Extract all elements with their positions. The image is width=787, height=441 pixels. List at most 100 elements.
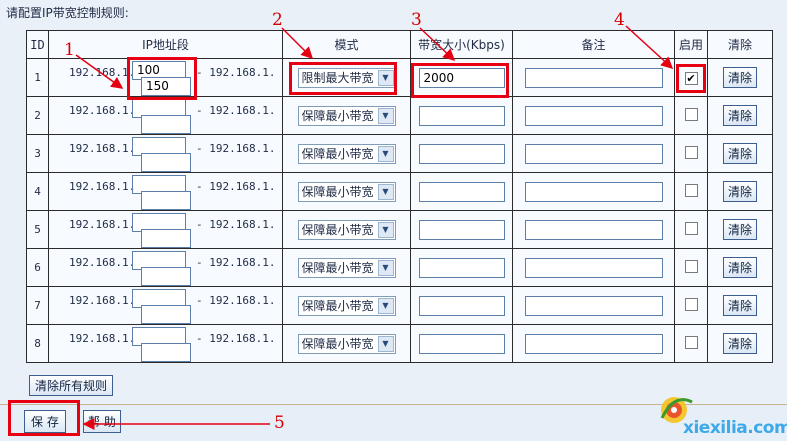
enable-cell: ✔ (674, 58, 708, 97)
enable-cell (674, 324, 708, 363)
clear-row-button[interactable]: 清除 (722, 333, 757, 354)
ip-end-input[interactable] (141, 190, 191, 210)
clear-row-button[interactable]: 清除 (722, 67, 757, 88)
mode-select[interactable]: 保障最小带宽 ▼ (297, 181, 396, 202)
col-bandwidth-header: 带宽大小(Kbps) (410, 30, 513, 59)
annotation-number-4: 4 (614, 10, 625, 30)
bandwidth-cell (410, 58, 513, 97)
clear-cell: 清除 (707, 134, 773, 173)
mode-select[interactable]: 保障最小带宽 ▼ (297, 143, 396, 164)
ip-range-cell: 192.168.1. - 192.168.1. (48, 96, 283, 135)
save-button[interactable]: 保 存 (24, 410, 66, 433)
clear-all-button[interactable]: 清除所有规则 (29, 375, 114, 396)
row-id: 8 (26, 324, 49, 363)
ip-prefix-start: 192.168.1. (69, 255, 136, 269)
note-input[interactable] (524, 143, 663, 164)
ip-prefix-end: - 192.168.1. (196, 255, 276, 269)
ip-end-input[interactable] (141, 152, 191, 172)
note-cell (512, 134, 675, 173)
bandwidth-input[interactable] (418, 67, 505, 88)
bandwidth-input[interactable] (418, 219, 505, 240)
mode-cell: 保障最小带宽 ▼ (282, 96, 411, 135)
clear-cell: 清除 (707, 210, 773, 249)
clear-row-button[interactable]: 清除 (722, 295, 757, 316)
chevron-down-icon: ▼ (377, 297, 394, 314)
bandwidth-cell (410, 248, 513, 287)
bandwidth-input[interactable] (418, 181, 505, 202)
clear-row-button[interactable]: 清除 (722, 181, 757, 202)
ip-end-input[interactable] (141, 304, 191, 324)
enable-checkbox[interactable] (684, 145, 698, 159)
clear-row-button[interactable]: 清除 (722, 257, 757, 278)
note-cell (512, 324, 675, 363)
note-input[interactable] (524, 295, 663, 316)
col-note-header: 备注 (512, 30, 675, 59)
note-input[interactable] (524, 105, 663, 126)
bandwidth-cell (410, 134, 513, 173)
mode-select[interactable]: 保障最小带宽 ▼ (297, 219, 396, 240)
clear-cell: 清除 (707, 324, 773, 363)
enable-cell (674, 172, 708, 211)
ip-end-input[interactable] (141, 76, 191, 96)
enable-checkbox[interactable] (684, 259, 698, 273)
help-button[interactable]: 帮 助 (83, 410, 121, 433)
col-id-header: ID (26, 30, 49, 59)
mode-select[interactable]: 限制最大带宽 ▼ (297, 67, 396, 88)
bandwidth-input[interactable] (418, 105, 505, 126)
ip-end-input[interactable] (141, 342, 191, 362)
enable-checkbox[interactable]: ✔ (684, 71, 698, 85)
enable-checkbox[interactable] (684, 221, 698, 235)
ip-range: 192.168.1. - 192.168.1. (49, 60, 282, 96)
note-input[interactable] (524, 333, 663, 354)
annotation-number-1: 1 (64, 40, 75, 60)
ip-prefix-start: 192.168.1. (69, 217, 136, 231)
annotation-number-5: 5 (274, 413, 285, 433)
enable-checkbox[interactable] (684, 297, 698, 311)
check-icon: ✔ (686, 71, 696, 85)
bandwidth-cell (410, 96, 513, 135)
clear-cell: 清除 (707, 96, 773, 135)
clear-row-button[interactable]: 清除 (722, 105, 757, 126)
note-input[interactable] (524, 257, 663, 278)
ip-end-input[interactable] (141, 266, 191, 286)
enable-checkbox[interactable] (684, 107, 698, 121)
row-id: 4 (26, 172, 49, 211)
ip-range: 192.168.1. - 192.168.1. (49, 288, 282, 324)
bandwidth-input[interactable] (418, 257, 505, 278)
annotation-number-2: 2 (272, 10, 283, 30)
note-cell (512, 172, 675, 211)
col-mode-header: 模式 (282, 30, 411, 59)
mode-cell: 保障最小带宽 ▼ (282, 210, 411, 249)
clear-row-button[interactable]: 清除 (722, 143, 757, 164)
note-input[interactable] (524, 67, 663, 88)
ip-prefix-start: 192.168.1. (69, 179, 136, 193)
ip-range: 192.168.1. - 192.168.1. (49, 174, 282, 210)
chevron-down-icon: ▼ (377, 335, 394, 352)
ip-range: 192.168.1. - 192.168.1. (49, 136, 282, 172)
enable-checkbox[interactable] (684, 335, 698, 349)
note-input[interactable] (524, 181, 663, 202)
bandwidth-input[interactable] (418, 295, 505, 316)
ip-prefix-end: - 192.168.1. (196, 217, 276, 231)
mode-select[interactable]: 保障最小带宽 ▼ (297, 105, 396, 126)
clear-cell: 清除 (707, 286, 773, 325)
note-input[interactable] (524, 219, 663, 240)
bandwidth-input[interactable] (418, 143, 505, 164)
table-row: 1 192.168.1. - 192.168.1. 限制最大带宽▼ ✔ 清除 (26, 58, 773, 97)
enable-checkbox[interactable] (684, 183, 698, 197)
mode-select[interactable]: 保障最小带宽 ▼ (297, 257, 396, 278)
row-id: 7 (26, 286, 49, 325)
mode-select[interactable]: 保障最小带宽 ▼ (297, 333, 396, 354)
clear-row-button[interactable]: 清除 (722, 219, 757, 240)
ip-prefix-end: - 192.168.1. (196, 293, 276, 307)
ip-end-input[interactable] (141, 114, 191, 134)
ip-range: 192.168.1. - 192.168.1. (49, 98, 282, 134)
mode-select[interactable]: 保障最小带宽 ▼ (297, 295, 396, 316)
mode-cell: 保障最小带宽 ▼ (282, 248, 411, 287)
bandwidth-input[interactable] (418, 333, 505, 354)
note-cell (512, 286, 675, 325)
mode-select-value: 保障最小带宽 (301, 261, 374, 275)
row-id: 6 (26, 248, 49, 287)
ip-end-input[interactable] (141, 228, 191, 248)
watermark-text: xiexilia.com (683, 418, 787, 438)
